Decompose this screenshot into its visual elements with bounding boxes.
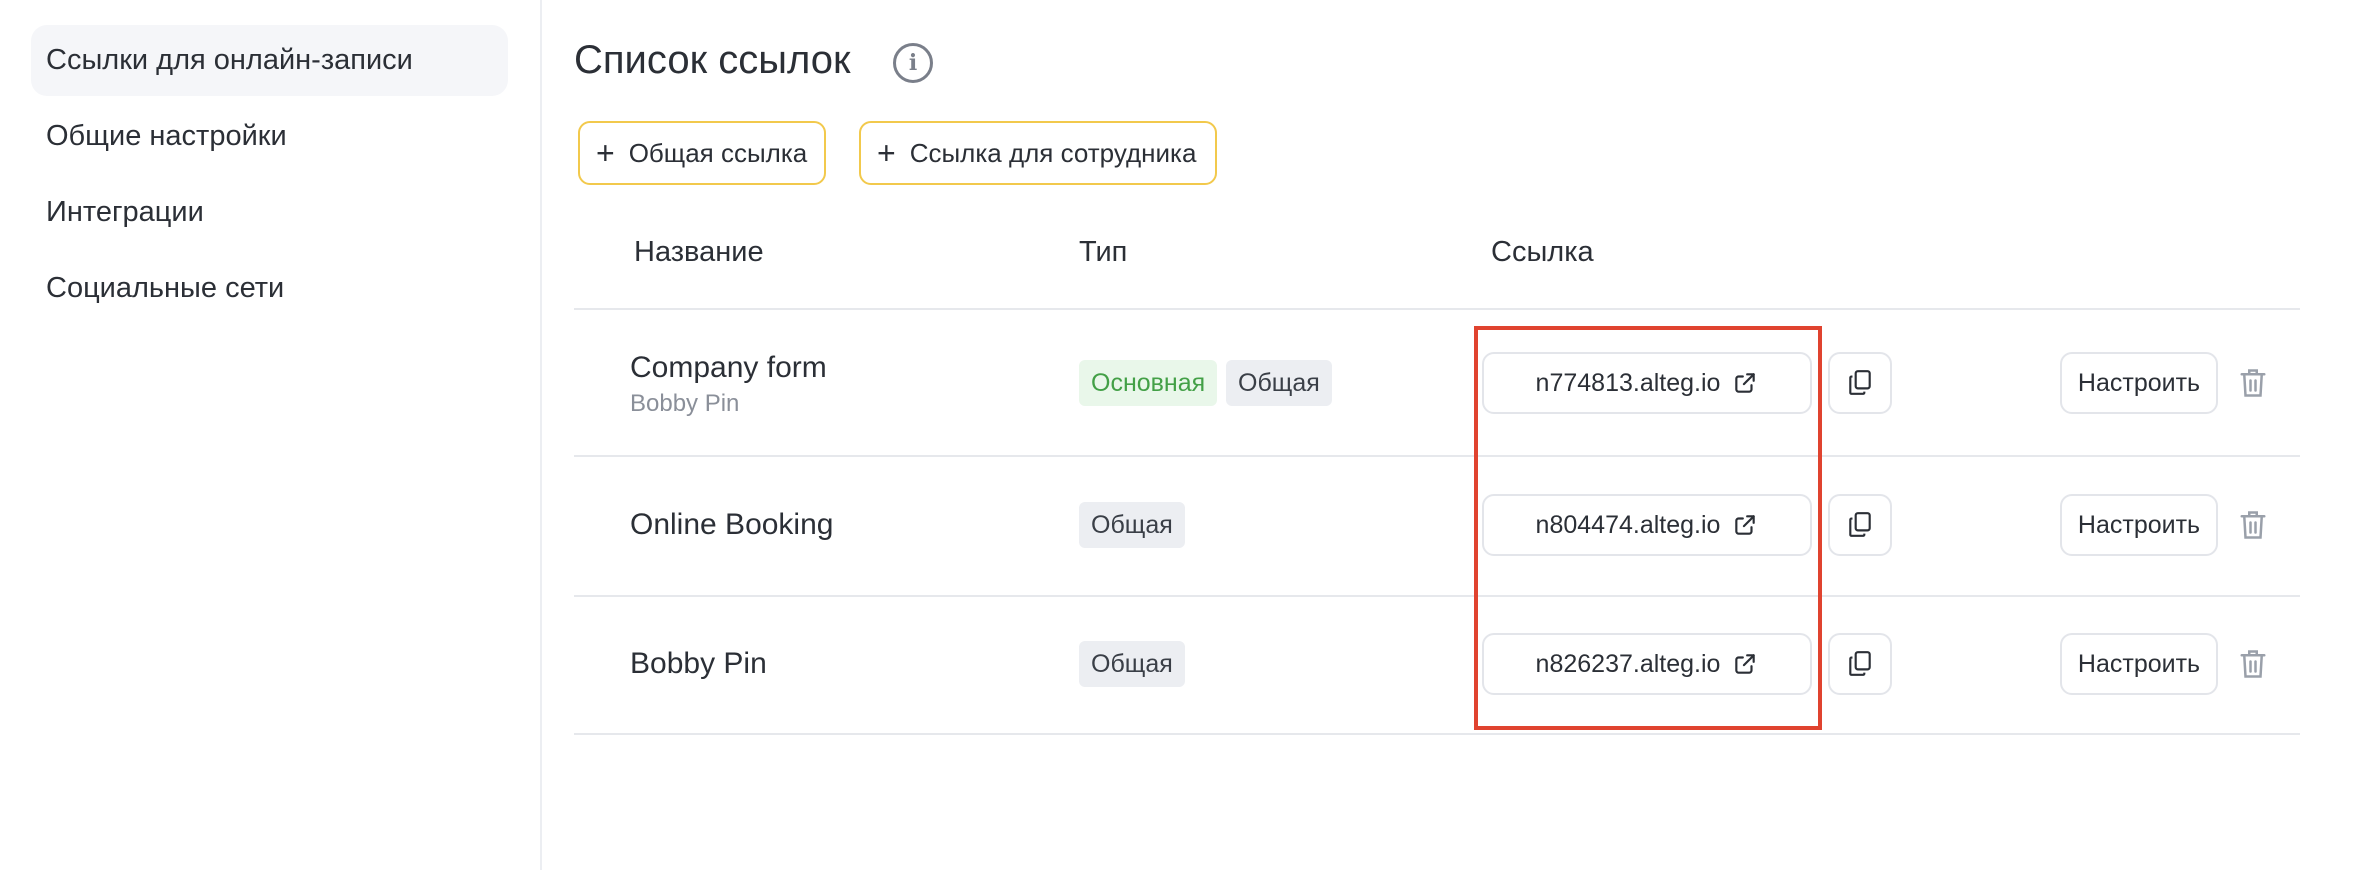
copy-icon <box>1849 512 1871 537</box>
page-title: Список ссылок <box>574 38 851 82</box>
sidebar-item-booking-links[interactable]: Ссылки для онлайн-записи <box>31 25 508 96</box>
trash-icon[interactable] <box>2238 366 2268 400</box>
status-badge: Общая <box>1226 360 1332 406</box>
trash-icon[interactable] <box>2238 508 2268 542</box>
sidebar-item-label: Социальные сети <box>46 272 285 304</box>
sidebar-item-label: Ссылки для онлайн-записи <box>46 44 413 76</box>
row-name: Bobby Pin <box>630 647 767 680</box>
status-badge: Общая <box>1079 641 1185 687</box>
status-badge: Общая <box>1079 502 1185 548</box>
sidebar-item-general-settings[interactable]: Общие настройки <box>31 101 508 172</box>
add-staff-link-button[interactable]: + Ссылка для сотрудника <box>859 121 1217 185</box>
sidebar-item-label: Общие настройки <box>46 120 287 152</box>
copy-link-button[interactable] <box>1828 494 1892 556</box>
sidebar-item-social-networks[interactable]: Социальные сети <box>31 253 508 324</box>
configure-button[interactable]: Настроить <box>2060 494 2218 556</box>
info-icon[interactable]: i <box>893 43 933 83</box>
table-divider <box>574 455 2300 457</box>
column-header-type: Тип <box>1079 236 1128 268</box>
column-header-link: Ссылка <box>1491 236 1594 268</box>
trash-icon[interactable] <box>2238 647 2268 681</box>
add-common-link-label: Общая ссылка <box>628 137 808 168</box>
column-header-name: Название <box>634 236 764 268</box>
status-badge: Основная <box>1079 360 1218 406</box>
row-name: Company form <box>630 351 827 384</box>
copy-link-button[interactable] <box>1828 352 1892 414</box>
table-divider <box>574 733 2300 735</box>
row-subtitle: Bobby Pin <box>630 390 740 417</box>
copy-link-button[interactable] <box>1828 633 1892 695</box>
copy-icon <box>1849 651 1871 676</box>
sidebar: Ссылки для онлайн-записи Общие настройки… <box>0 0 542 870</box>
plus-icon: + <box>877 135 896 171</box>
configure-button[interactable]: Настроить <box>2060 633 2218 695</box>
add-staff-link-label: Ссылка для сотрудника <box>909 137 1197 168</box>
table-divider <box>574 308 2300 310</box>
table-divider <box>574 595 2300 597</box>
sidebar-item-label: Интеграции <box>46 196 204 228</box>
copy-icon <box>1849 370 1871 395</box>
sidebar-item-integrations[interactable]: Интеграции <box>31 177 508 248</box>
add-common-link-button[interactable]: + Общая ссылка <box>578 121 826 185</box>
row-name: Online Booking <box>630 508 834 541</box>
configure-button[interactable]: Настроить <box>2060 352 2218 414</box>
plus-icon: + <box>596 135 615 171</box>
highlight-box <box>1474 326 1822 730</box>
